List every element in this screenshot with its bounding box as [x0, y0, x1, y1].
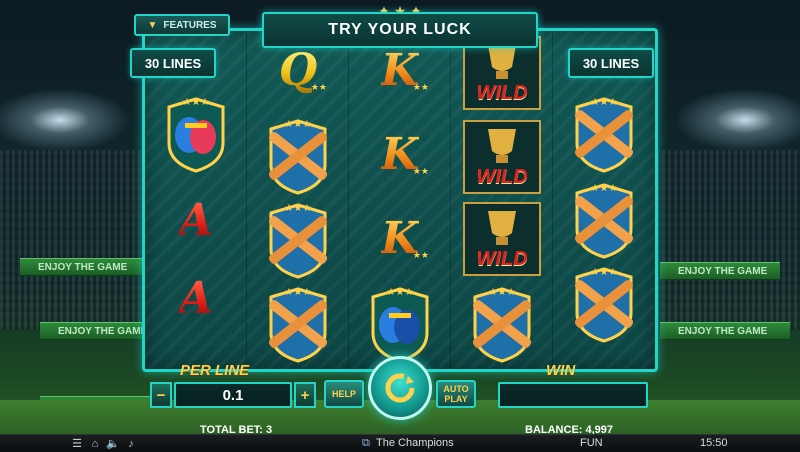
wild-label: WILD	[476, 247, 528, 270]
spin-button[interactable]	[368, 356, 432, 420]
control-bar: PER LINE − 0.1 + HELP AUTO PLAY WIN	[142, 356, 658, 420]
autoplay-button[interactable]: AUTO PLAY	[436, 380, 476, 408]
reel-4: WILD WILD WILD ★★★	[451, 31, 553, 369]
symbol-letter: A	[178, 273, 214, 324]
lines-badge-left: 30 LINES	[130, 48, 216, 78]
per-line-value: 0.1	[174, 382, 292, 408]
spin-arrow-icon	[385, 373, 415, 403]
svg-text:★★★: ★★★	[285, 287, 312, 298]
svg-text:★★★: ★★★	[591, 183, 618, 194]
cricket-bats-symbol: ★★★	[559, 179, 649, 259]
reel-2: Q ★★ ★★★ ★★★ ★★★	[247, 31, 349, 369]
svg-text:★★★: ★★★	[285, 203, 312, 214]
symbol-letter: A	[178, 195, 214, 246]
wild-symbol: WILD	[457, 119, 547, 199]
menu-icon[interactable]: ☰	[70, 437, 84, 451]
stadium-banner: ENJOY THE GAME	[20, 258, 160, 276]
gloves-symbol: ★★★	[355, 283, 445, 363]
help-button[interactable]: HELP	[324, 380, 364, 408]
home-icon[interactable]: ⌂	[88, 437, 102, 451]
stadium-banner: ENJOY THE GAME	[660, 322, 790, 340]
mode-label: FUN	[580, 437, 603, 449]
stadium-banner: ENJOY THE GAME	[40, 322, 150, 340]
per-line-label: PER LINE	[180, 362, 250, 379]
symbol-letter: K ★★	[380, 129, 429, 180]
cricket-bats-symbol: ★★★	[253, 115, 343, 195]
game-logo-icon: ⧉	[362, 437, 370, 449]
sound-icon[interactable]: 🔈	[106, 437, 120, 451]
reel-3: K ★★ K ★★ K ★★ ★★★	[349, 31, 451, 369]
crowd-right	[650, 150, 800, 330]
gloves-symbol: ★★★	[151, 93, 241, 173]
reel-5: ★★★ ★★★ ★★★	[553, 31, 655, 369]
status-bar: ☰ ⌂ 🔈 ♪ ⧉ The Champions FUN 15:50	[0, 434, 800, 452]
cricket-bats-symbol: ★★★	[253, 199, 343, 279]
lines-badge-right: 30 LINES	[568, 48, 654, 78]
win-value	[498, 382, 648, 408]
svg-text:★★★: ★★★	[387, 287, 414, 298]
features-button[interactable]: ▼ FEATURES	[134, 14, 230, 36]
star-icon: ★★	[310, 82, 327, 92]
reel-1: ★★★ A A	[145, 31, 247, 369]
crowd-left	[0, 150, 150, 330]
page-title: TRY YOUR LUCK	[262, 12, 538, 48]
wild-symbol: WILD	[457, 201, 547, 281]
star-icon: ★★	[412, 82, 429, 92]
chevron-down-icon: ▼	[147, 19, 158, 31]
settings-icon[interactable]: ♪	[124, 437, 138, 451]
svg-text:★★★: ★★★	[591, 267, 618, 278]
cricket-bats-symbol: ★★★	[559, 93, 649, 173]
game-name: The Champions	[376, 437, 454, 449]
svg-text:★★★: ★★★	[591, 97, 618, 108]
wild-label: WILD	[476, 165, 528, 188]
cricket-bats-symbol: ★★★	[457, 283, 547, 363]
increase-bet-button[interactable]: +	[294, 382, 316, 408]
clock: 15:50	[700, 437, 728, 449]
decrease-bet-button[interactable]: −	[150, 382, 172, 408]
cricket-bats-symbol: ★★★	[559, 263, 649, 343]
stadium-banner: ENJOY THE GAME	[660, 262, 780, 280]
cricket-bats-symbol: ★★★	[253, 283, 343, 363]
star-icon: ★★	[412, 166, 429, 176]
svg-text:★★★: ★★★	[183, 97, 210, 108]
features-label: FEATURES	[163, 19, 217, 31]
svg-text:★★★: ★★★	[489, 287, 516, 298]
wild-label: WILD	[476, 81, 528, 104]
reel-frame: ★★★ A A Q ★★ ★★★ ★★★ ★★★ K ★★ K ★★ K ★★ …	[142, 28, 658, 372]
symbol-letter: K ★★	[380, 213, 429, 264]
svg-text:★★★: ★★★	[285, 119, 312, 130]
win-label: WIN	[546, 362, 576, 379]
star-icon: ★★	[412, 250, 429, 260]
